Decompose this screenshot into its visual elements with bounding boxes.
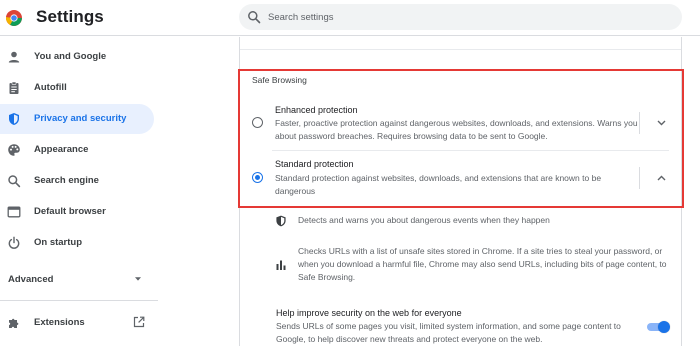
detail-text: Checks URLs with a list of unsafe sites … (298, 246, 667, 282)
shield-icon (276, 215, 286, 227)
sidebar-advanced-toggle[interactable]: Advanced (0, 267, 154, 293)
sidebar-item-label: Appearance (34, 144, 89, 155)
help-improve-toggle[interactable] (647, 321, 670, 333)
sidebar-divider (0, 300, 158, 301)
option-title: Standard protection (275, 159, 354, 169)
person-icon (8, 51, 20, 63)
palette-icon (8, 144, 20, 156)
search-icon (8, 175, 21, 188)
page-title: Settings (36, 7, 104, 26)
sidebar-item-you-and-google[interactable]: You and Google (0, 42, 154, 72)
help-improve-title: Help improve security on the web for eve… (276, 308, 462, 318)
enhanced-protection-option[interactable]: Enhanced protection Faster, proactive pr… (240, 96, 681, 150)
sidebar-item-label: Autofill (34, 82, 67, 93)
search-input[interactable] (268, 4, 668, 30)
option-description: Standard protection against websites, do… (275, 173, 602, 196)
sidebar-nav: You and Google Autofill Privacy and secu… (0, 37, 160, 346)
sidebar-item-label: Default browser (34, 206, 106, 217)
sidebar-item-extensions[interactable]: Extensions (0, 308, 154, 338)
detail-text: Detects and warns you about dangerous ev… (298, 215, 550, 225)
enhanced-protection-radio[interactable] (252, 117, 263, 128)
sidebar-item-label: On startup (34, 237, 83, 248)
sidebar-item-label: Privacy and security (34, 113, 127, 124)
safe-browsing-heading: Safe Browsing (252, 75, 307, 85)
search-icon (248, 11, 261, 24)
puzzle-icon (9, 318, 19, 328)
search-bar[interactable] (239, 4, 682, 30)
sidebar-item-appearance[interactable]: Appearance (0, 135, 154, 165)
open-in-new-icon (133, 316, 145, 328)
clipboard-icon (9, 81, 19, 94)
power-icon (8, 236, 20, 249)
sidebar-item-label: Search engine (34, 175, 99, 186)
caret-down-icon (135, 277, 141, 281)
bar-chart-icon (276, 260, 286, 270)
shield-icon (9, 113, 19, 125)
sidebar-item-label: You and Google (34, 51, 107, 62)
standard-protection-radio[interactable] (252, 172, 263, 183)
chrome-logo-icon (6, 10, 22, 26)
option-separator (639, 167, 640, 189)
sidebar-item-label: Extensions (34, 317, 85, 328)
card-divider (240, 49, 681, 50)
option-title: Enhanced protection (275, 105, 358, 115)
sidebar-item-search-engine[interactable]: Search engine (0, 166, 154, 196)
chevron-up-icon[interactable] (657, 175, 666, 181)
sidebar-item-default-browser[interactable]: Default browser (0, 197, 154, 227)
sidebar-item-on-startup[interactable]: On startup (0, 228, 154, 258)
option-separator (639, 112, 640, 134)
help-improve-description: Sends URLs of some pages you visit, limi… (276, 321, 621, 344)
app-header: Settings (0, 0, 700, 36)
sidebar-item-privacy-and-security[interactable]: Privacy and security (0, 104, 154, 134)
standard-protection-option[interactable]: Standard protection Standard protection … (240, 151, 681, 204)
option-description: Faster, proactive protection against dan… (275, 118, 638, 141)
chevron-down-icon[interactable] (657, 120, 666, 126)
sidebar-item-autofill[interactable]: Autofill (0, 73, 154, 103)
toggle-knob (658, 321, 670, 333)
sidebar-advanced-label: Advanced (8, 274, 54, 285)
browser-window-icon (7, 206, 21, 218)
